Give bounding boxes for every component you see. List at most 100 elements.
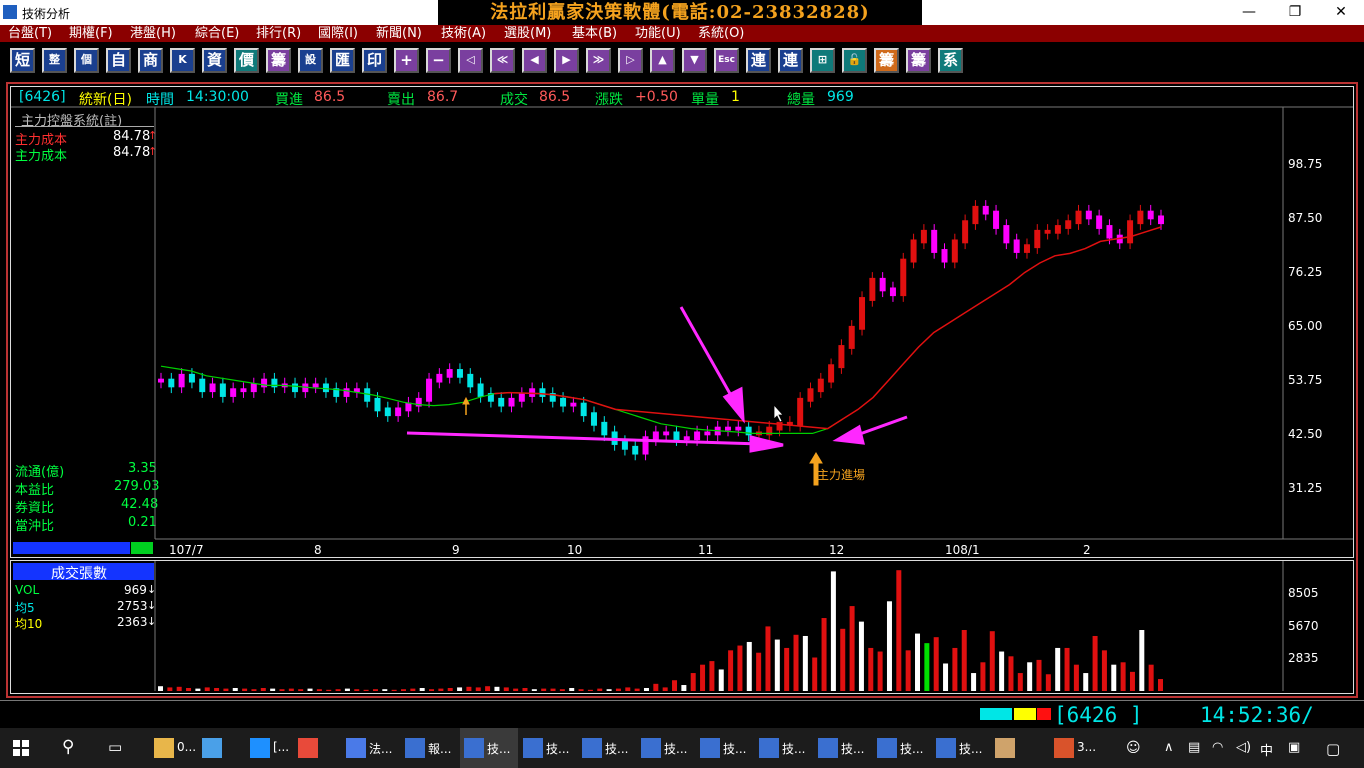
volume-bar: [1017, 673, 1023, 691]
overall-button[interactable]: 整: [42, 48, 67, 73]
candle-body: [1003, 225, 1010, 244]
individual-button[interactable]: 個: [74, 48, 99, 73]
chips-button[interactable]: 籌: [266, 48, 291, 73]
status-stock-code: [6426 ]: [1054, 703, 1143, 727]
taskbar-item[interactable]: 法...: [342, 728, 400, 768]
status-block-yellow: [1014, 708, 1036, 720]
notification-icon[interactable]: ▢: [1326, 740, 1340, 758]
chips-tool-button-2[interactable]: 籌: [906, 48, 931, 73]
menu-fundamental[interactable]: 基本(B): [572, 25, 617, 42]
task-view-icon[interactable]: ▭: [108, 738, 122, 756]
lock-icon[interactable]: 🔓: [842, 48, 867, 73]
menu-international[interactable]: 國際(I): [318, 25, 358, 42]
price-chart[interactable]: 主力進場: [11, 87, 1353, 557]
volume-bar: [830, 571, 836, 691]
menu-system[interactable]: 系統(O): [698, 25, 744, 42]
link-button[interactable]: 連: [746, 48, 771, 73]
fast-right-icon[interactable]: ≫: [586, 48, 611, 73]
taskbar-item[interactable]: 技...: [932, 728, 990, 768]
volume-bar: [999, 651, 1005, 691]
menu-hk[interactable]: 港盤(H): [130, 25, 176, 42]
minimize-button[interactable]: —: [1226, 0, 1272, 25]
taskbar-item[interactable]: 技...: [696, 728, 754, 768]
close-button[interactable]: ✕: [1318, 0, 1364, 25]
settings-button[interactable]: 設: [298, 48, 323, 73]
system-button[interactable]: 系: [938, 48, 963, 73]
menu-futures[interactable]: 期權(F): [69, 25, 113, 42]
wifi-icon[interactable]: ◠: [1212, 740, 1223, 755]
menu-ranking[interactable]: 排行(R): [256, 25, 301, 42]
taskbar-item[interactable]: 技...: [637, 728, 695, 768]
volume-chart[interactable]: [11, 561, 1353, 693]
candle-body: [467, 373, 474, 388]
data-button[interactable]: 資: [202, 48, 227, 73]
zoom-in-button[interactable]: +: [394, 48, 419, 73]
volume-bar: [746, 641, 752, 691]
menu-functions[interactable]: 功能(U): [635, 25, 681, 42]
taskbar-item-label: 技...: [487, 742, 511, 756]
custom-button[interactable]: 自: [106, 48, 131, 73]
scroll-right-icon[interactable]: ▶: [554, 48, 579, 73]
candle-body: [745, 426, 752, 436]
menu-composite[interactable]: 綜合(E): [195, 25, 239, 42]
candle-body: [539, 388, 546, 397]
down-arrow-icon[interactable]: ▼: [682, 48, 707, 73]
volume-bar: [429, 689, 435, 691]
link-button-2[interactable]: 連: [778, 48, 803, 73]
ime-mode-icon[interactable]: ▣: [1288, 740, 1300, 755]
maximize-button[interactable]: ❐: [1272, 0, 1318, 25]
scroll-left-icon[interactable]: ◀: [522, 48, 547, 73]
short-term-button[interactable]: 短: [10, 48, 35, 73]
export-button[interactable]: 匯: [330, 48, 355, 73]
volume-icon[interactable]: ◁): [1236, 740, 1251, 755]
ime-indicator[interactable]: 中: [1260, 740, 1273, 759]
volume-bar: [858, 621, 864, 691]
volume-bar: [943, 663, 949, 691]
up-arrow-icon[interactable]: ▲: [650, 48, 675, 73]
fast-left-icon[interactable]: ≪: [490, 48, 515, 73]
zoom-out-button[interactable]: −: [426, 48, 451, 73]
candle-body: [560, 397, 567, 407]
volume-bar: [485, 686, 491, 691]
taskbar-item[interactable]: 技...: [460, 728, 518, 768]
chevron-up-icon[interactable]: ∧: [1164, 740, 1174, 755]
people-icon[interactable]: ☺: [1126, 740, 1141, 756]
office-icon: [1054, 738, 1074, 758]
menu-taipan[interactable]: 台盤(T): [8, 25, 52, 42]
taskbar-item[interactable]: 技...: [519, 728, 577, 768]
network-icon[interactable]: ▤: [1188, 740, 1200, 755]
start-icon[interactable]: [13, 740, 29, 756]
search-icon[interactable]: ⚲: [62, 737, 74, 757]
chart-app-icon: [641, 738, 661, 758]
step-left-icon[interactable]: ◁: [458, 48, 483, 73]
candle-body: [477, 383, 484, 397]
kline-button[interactable]: K: [170, 48, 195, 73]
taskbar-item[interactable]: 技...: [755, 728, 813, 768]
candle-body: [188, 373, 195, 383]
taskbar-item[interactable]: 技...: [814, 728, 872, 768]
menu-news[interactable]: 新聞(N): [376, 25, 422, 42]
volume-bar: [728, 650, 734, 691]
taskbar-item[interactable]: 技...: [578, 728, 636, 768]
taskbar-item[interactable]: [991, 728, 1049, 768]
price-button[interactable]: 價: [234, 48, 259, 73]
volume-bar: [709, 661, 715, 691]
taskbar-item[interactable]: 3...: [1050, 728, 1108, 768]
taskbar-item[interactable]: 報...: [401, 728, 459, 768]
commodity-button[interactable]: 商: [138, 48, 163, 73]
candle-body: [601, 421, 608, 436]
candle-body: [807, 388, 814, 402]
print-button[interactable]: 印: [362, 48, 387, 73]
step-right-icon[interactable]: ▷: [618, 48, 643, 73]
taskbar-item[interactable]: 技...: [873, 728, 931, 768]
volume-bar: [1158, 679, 1163, 691]
menu-technical[interactable]: 技術(A): [441, 25, 486, 42]
escape-button[interactable]: Esc: [714, 48, 739, 73]
chips-tool-button[interactable]: 籌: [874, 48, 899, 73]
window-layout-icon[interactable]: ⊞: [810, 48, 835, 73]
menu-stock-picker[interactable]: 選股(M): [504, 25, 551, 42]
candle-body: [1044, 229, 1051, 234]
volume-bar: [597, 688, 603, 691]
volume-bar: [765, 626, 771, 691]
volume-bar: [1055, 647, 1061, 691]
